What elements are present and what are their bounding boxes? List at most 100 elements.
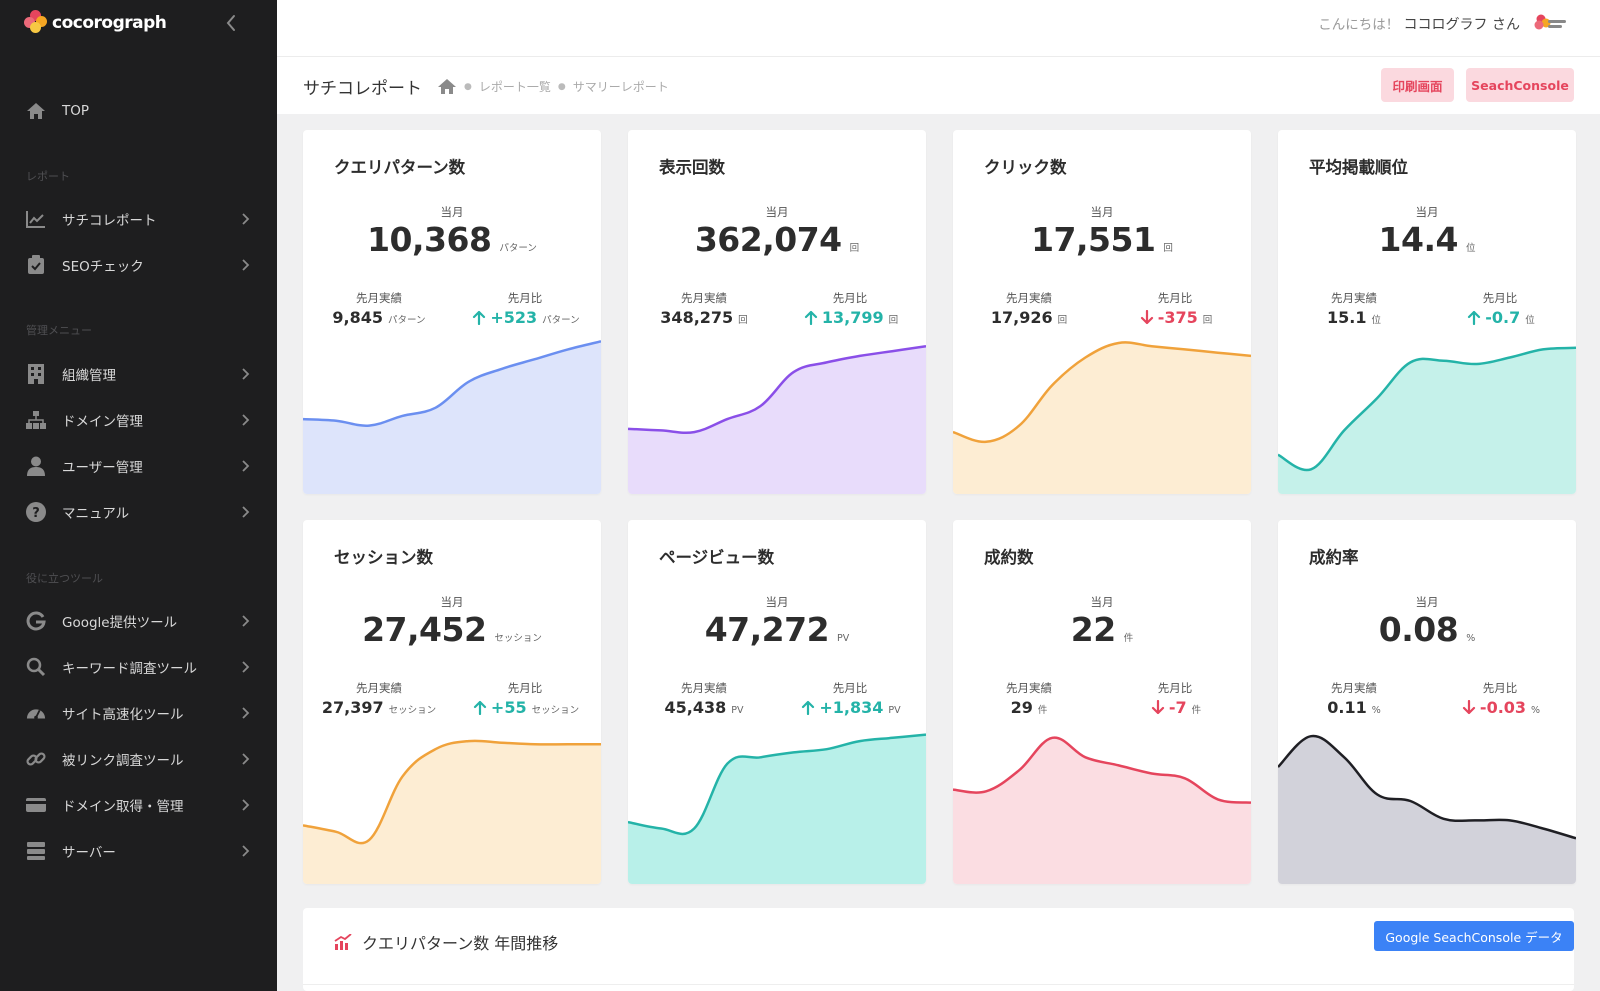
current-month-label: 当月 [1090, 595, 1114, 609]
page-header: サチコレポート ● レポート一覧 ● サマリーレポート 印刷画面 SeachCo… [277, 57, 1600, 114]
svg-text:?: ? [32, 506, 40, 521]
avatar[interactable] [1534, 12, 1568, 36]
sidebar-section-title: レポート [26, 170, 70, 183]
sidebar-item-label: SEOチェック [62, 259, 144, 275]
print-button[interactable]: 印刷画面 [1381, 68, 1454, 102]
diff-label: 先月比 [1482, 291, 1518, 305]
sidebar-item-label: サーバー [62, 845, 116, 861]
sidebar-item-label: TOP [62, 103, 90, 119]
current-unit: PV [837, 633, 850, 644]
sidebar-item-label: サチコレポート [62, 213, 157, 229]
sidebar: cocorograph TOP レポート サチコレポート SEOチェック 管理メ… [0, 0, 277, 991]
current-value-row: 17,551 回 [953, 220, 1251, 259]
current-month-label: 当月 [440, 595, 464, 609]
previous-month-label: 先月実績 [1331, 681, 1377, 695]
sparkline-chart [1278, 346, 1576, 494]
brand-logo[interactable]: cocorograph [24, 10, 167, 36]
current-value-row: 362,074 回 [628, 220, 926, 259]
sidebar-item-top[interactable]: TOP [0, 94, 277, 128]
card-title: セッション数 [334, 548, 433, 567]
arrow-down-icon [1151, 700, 1164, 715]
clipboard-check-icon [26, 255, 46, 275]
metric-card-conversions: 成約数 当月 22 件 先月実績 先月比 29 件 -7 件 [953, 520, 1251, 884]
diff-label: 先月比 [832, 681, 868, 695]
card-title: クエリパターン数 [334, 158, 466, 177]
breadcrumb-item[interactable]: レポート一覧 [479, 78, 551, 95]
chevron-right-icon [242, 460, 250, 472]
breadcrumb-item: サマリーレポート [572, 80, 669, 94]
sidebar-item-server[interactable]: サーバー [0, 833, 277, 869]
user-icon [26, 456, 46, 476]
arrow-down-icon [1140, 310, 1153, 325]
breadcrumb-separator-icon: ● [557, 81, 566, 92]
card-title: 表示回数 [659, 158, 725, 177]
sparkline-area [953, 737, 1251, 884]
chevron-right-icon [242, 368, 250, 380]
chevron-right-icon [242, 414, 250, 426]
sidebar-item-label: Google提供ツール [62, 615, 178, 631]
arrow-up-icon [1468, 310, 1481, 325]
sidebar-item-label: 被リンク調査ツール [62, 753, 184, 769]
sidebar-item-keyword-tool[interactable]: キーワード調査ツール [0, 649, 277, 685]
search-console-button[interactable]: SeachConsole [1466, 68, 1574, 102]
current-unit: % [1466, 633, 1476, 644]
card-title: 成約率 [1309, 548, 1359, 567]
greeting-text: こんにちは！ [1318, 17, 1400, 33]
breadcrumb: ● レポート一覧 ● サマリーレポート [437, 78, 669, 95]
sidebar-item-label: サイト高速化ツール [62, 707, 184, 723]
arrow-up-icon [473, 700, 487, 715]
current-value: 0.08 [1378, 610, 1459, 649]
speedometer-icon [26, 703, 46, 723]
sidebar-item-users[interactable]: ユーザー管理 [0, 448, 277, 484]
search-icon [26, 657, 46, 677]
current-value: 27,452 [362, 610, 487, 649]
chevron-right-icon [242, 799, 250, 811]
metric-card-impressions: 表示回数 当月 362,074 回 先月実績 先月比 348,275 回 13,79… [628, 130, 926, 494]
breadcrumb-separator-icon: ● [464, 81, 472, 92]
sparkline-area [303, 740, 601, 884]
current-value-row: 14.4 位 [1278, 220, 1576, 259]
google-icon [26, 611, 46, 631]
current-month-label: 当月 [1415, 595, 1439, 609]
previous-month-label: 先月実績 [356, 291, 402, 305]
sidebar-item-backlink-tool[interactable]: 被リンク調査ツール [0, 741, 277, 777]
sidebar-collapse-button[interactable] [222, 12, 242, 34]
chevron-right-icon [242, 506, 250, 518]
google-search-console-data-button[interactable]: Google SeachConsole データ [1374, 921, 1574, 951]
sidebar-item-seo-check[interactable]: SEOチェック [0, 247, 277, 283]
current-unit: セッション [494, 633, 542, 644]
user-greeting: こんにちは！ ココログラフ さん [1318, 13, 1520, 34]
sparkline-chart [628, 344, 926, 494]
sidebar-item-manual[interactable]: ? マニュアル [0, 494, 277, 530]
sidebar-item-sachiko-report[interactable]: サチコレポート [0, 201, 277, 237]
sidebar-item-label: ドメイン管理 [62, 414, 143, 430]
current-value-row: 0.08% [1278, 610, 1576, 649]
link-icon [26, 749, 46, 769]
sidebar-item-organization[interactable]: 組織管理 [0, 356, 277, 392]
current-value-row: 22 件 [953, 610, 1251, 649]
sidebar-item-domain[interactable]: ドメイン管理 [0, 402, 277, 438]
previous-month-label: 先月実績 [681, 291, 727, 305]
home-icon[interactable] [437, 78, 457, 95]
previous-month-label: 先月実績 [1006, 291, 1052, 305]
server-icon [26, 841, 46, 861]
metric-card-pageviews: ページビュー数 当月 47,272 PV 先月実績 先月比 45,438 PV +1… [628, 520, 926, 884]
sidebar-item-speed-tool[interactable]: サイト高速化ツール [0, 695, 277, 731]
metric-card-clicks: クリック数 当月 17,551 回 先月実績 先月比 17,926 回 -375 回 [953, 130, 1251, 494]
bar-chart-icon [334, 934, 352, 950]
diff-label: 先月比 [1482, 681, 1518, 695]
user-avatar-logo-icon [1534, 14, 1566, 30]
current-value: 17,551 [1031, 220, 1156, 259]
sidebar-item-google-tools[interactable]: Google提供ツール [0, 603, 277, 639]
sidebar-item-label: キーワード調査ツール [62, 661, 197, 677]
home-icon [26, 101, 46, 121]
current-month-label: 当月 [765, 205, 789, 219]
diff-label: 先月比 [507, 291, 543, 305]
sidebar-item-domain-registration[interactable]: ドメイン取得・管理 [0, 787, 277, 823]
diff-label: 先月比 [1157, 291, 1193, 305]
chevron-right-icon [242, 615, 250, 627]
sidebar-item-label: ユーザー管理 [62, 460, 143, 476]
sparkline-chart [953, 341, 1251, 494]
sidebar-item-label: マニュアル [62, 506, 130, 522]
building-icon [26, 364, 46, 384]
